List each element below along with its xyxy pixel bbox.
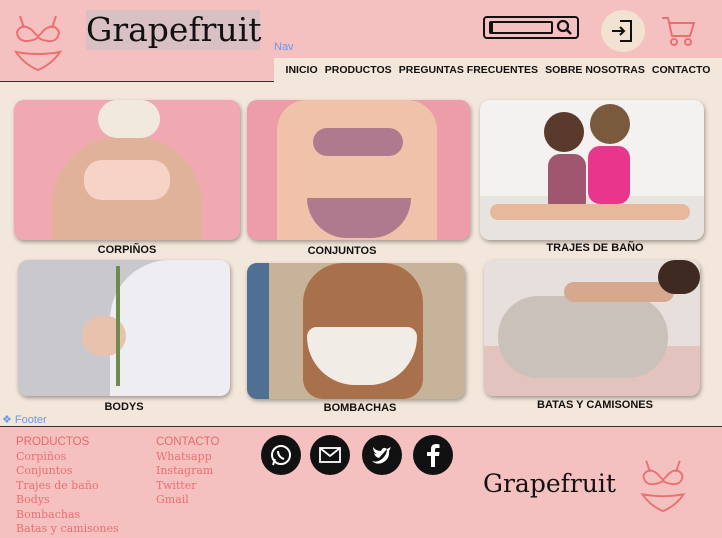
card-photo-garment <box>84 160 170 200</box>
footer-link-bodys[interactable]: Bodys <box>16 493 119 508</box>
twitter-button[interactable] <box>362 435 402 475</box>
bikini-logo-icon[interactable] <box>14 12 62 72</box>
footer-link-bombachas[interactable]: Bombachas <box>16 508 119 523</box>
category-card-batas-y-camisones[interactable] <box>484 260 700 396</box>
search-cursor <box>491 22 493 33</box>
card-photo-figure-right <box>590 104 630 144</box>
nav-contacto[interactable]: CONTACTO <box>652 64 711 76</box>
footer-link-gmail[interactable]: Gmail <box>156 493 219 508</box>
category-card-bombachas[interactable] <box>247 263 465 399</box>
card-photo-curtain <box>247 263 269 399</box>
card-photo-flowers <box>98 100 160 138</box>
card-photo-gown <box>498 296 668 378</box>
category-label-bodys[interactable]: BODYS <box>18 401 230 413</box>
nav-inicio[interactable]: INICIO <box>286 64 318 76</box>
footer: PRODUCTOS Corpiños Conjuntos Trajes de b… <box>0 426 722 538</box>
card-photo-hair <box>658 260 700 294</box>
bikini-logo-icon <box>640 460 686 513</box>
card-photo-figure-left <box>544 112 584 152</box>
nav-annotation: Nav <box>274 41 294 53</box>
cart-icon[interactable] <box>660 14 696 48</box>
category-label-corpinos[interactable]: CORPIÑOS <box>14 244 240 256</box>
category-card-conjuntos[interactable] <box>247 100 470 240</box>
footer-annotation: ❖ Footer <box>2 414 47 426</box>
footer-link-instagram[interactable]: Instagram <box>156 464 219 479</box>
card-photo-swimsuit-pink <box>588 146 630 204</box>
twitter-icon <box>372 447 391 464</box>
footer-link-corpinos[interactable]: Corpiños <box>16 450 119 465</box>
card-photo-arm <box>564 282 674 302</box>
login-icon <box>612 20 632 42</box>
mail-button[interactable] <box>310 435 350 475</box>
whatsapp-button[interactable] <box>261 435 301 475</box>
footer-link-twitter[interactable]: Twitter <box>156 479 219 494</box>
search-icon[interactable] <box>555 19 573 36</box>
search-input[interactable] <box>489 21 553 34</box>
category-card-bodys[interactable] <box>18 260 230 396</box>
footer-contact-heading[interactable]: CONTACTO <box>156 435 219 450</box>
card-photo-stems <box>116 266 120 386</box>
search-bar[interactable] <box>483 16 579 39</box>
card-photo-legs <box>490 204 690 220</box>
category-label-bombachas[interactable]: BOMBACHAS <box>247 402 473 414</box>
login-button[interactable] <box>601 10 645 52</box>
category-card-trajes-de-bano[interactable] <box>480 100 704 240</box>
card-photo-garment-top <box>313 128 403 156</box>
card-photo-garment <box>110 260 230 396</box>
category-card-corpinos[interactable] <box>14 100 240 240</box>
footer-brand[interactable]: Grapefruit <box>483 469 616 498</box>
footer-contact: CONTACTO Whatsapp Instagram Twitter Gmai… <box>156 435 219 508</box>
main-nav: INICIO PRODUCTOS PREGUNTAS FRECUENTES SO… <box>274 58 722 82</box>
category-label-conjuntos[interactable]: CONJUNTOS <box>247 245 437 257</box>
mail-icon <box>319 447 341 463</box>
brand-name[interactable]: Grapefruit <box>86 10 262 50</box>
nav-productos[interactable]: PRODUCTOS <box>325 64 392 76</box>
whatsapp-icon <box>271 445 291 466</box>
footer-link-conjuntos[interactable]: Conjuntos <box>16 464 119 479</box>
nav-preguntas-frecuentes[interactable]: PREGUNTAS FRECUENTES <box>399 64 538 76</box>
facebook-button[interactable] <box>413 435 453 475</box>
footer-products-heading[interactable]: PRODUCTOS <box>16 435 119 450</box>
footer-link-whatsapp[interactable]: Whatsapp <box>156 450 219 465</box>
footer-link-batas-y-camisones[interactable]: Batas y camisones <box>16 522 119 537</box>
category-label-batas-y-camisones[interactable]: BATAS Y CAMISONES <box>484 399 706 411</box>
footer-products: PRODUCTOS Corpiños Conjuntos Trajes de b… <box>16 435 119 537</box>
header: Grapefruit INICIO PRODUCTOS PREGUNTAS FR… <box>0 0 722 82</box>
footer-annotation-label: Footer <box>14 414 47 426</box>
footer-link-trajes-de-bano[interactable]: Trajes de baño <box>16 479 119 494</box>
facebook-icon <box>427 444 440 467</box>
nav-sobre-nosotras[interactable]: SOBRE NOSOTRAS <box>545 64 645 76</box>
category-label-trajes-de-bano[interactable]: TRAJES DE BAÑO <box>480 242 710 254</box>
